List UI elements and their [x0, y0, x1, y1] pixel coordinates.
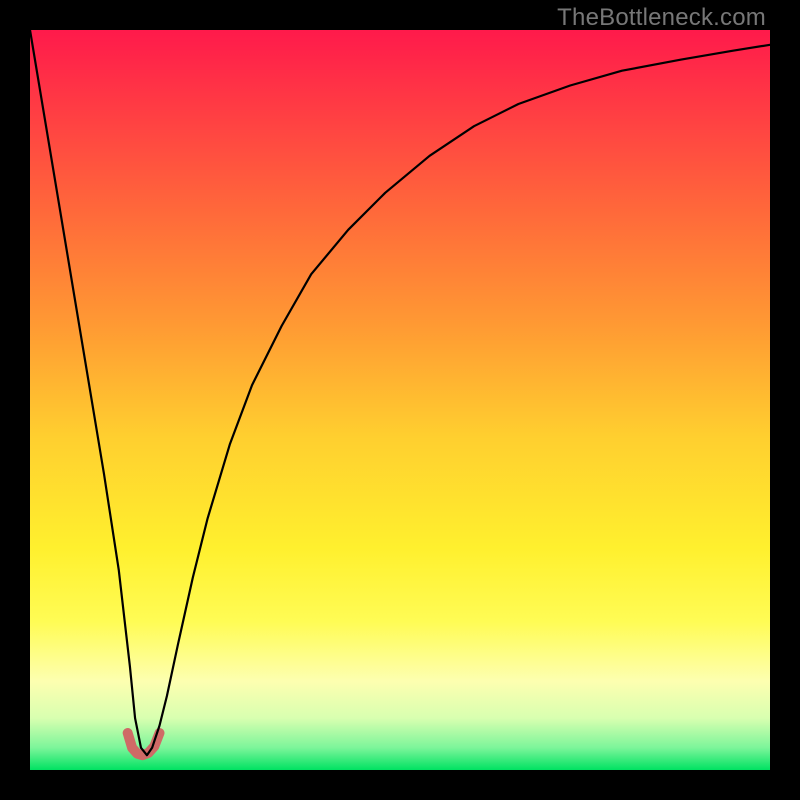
watermark-text: TheBottleneck.com — [557, 4, 766, 32]
chart-frame — [30, 30, 770, 770]
bottleneck-chart — [30, 30, 770, 770]
chart-background-gradient — [30, 30, 770, 770]
